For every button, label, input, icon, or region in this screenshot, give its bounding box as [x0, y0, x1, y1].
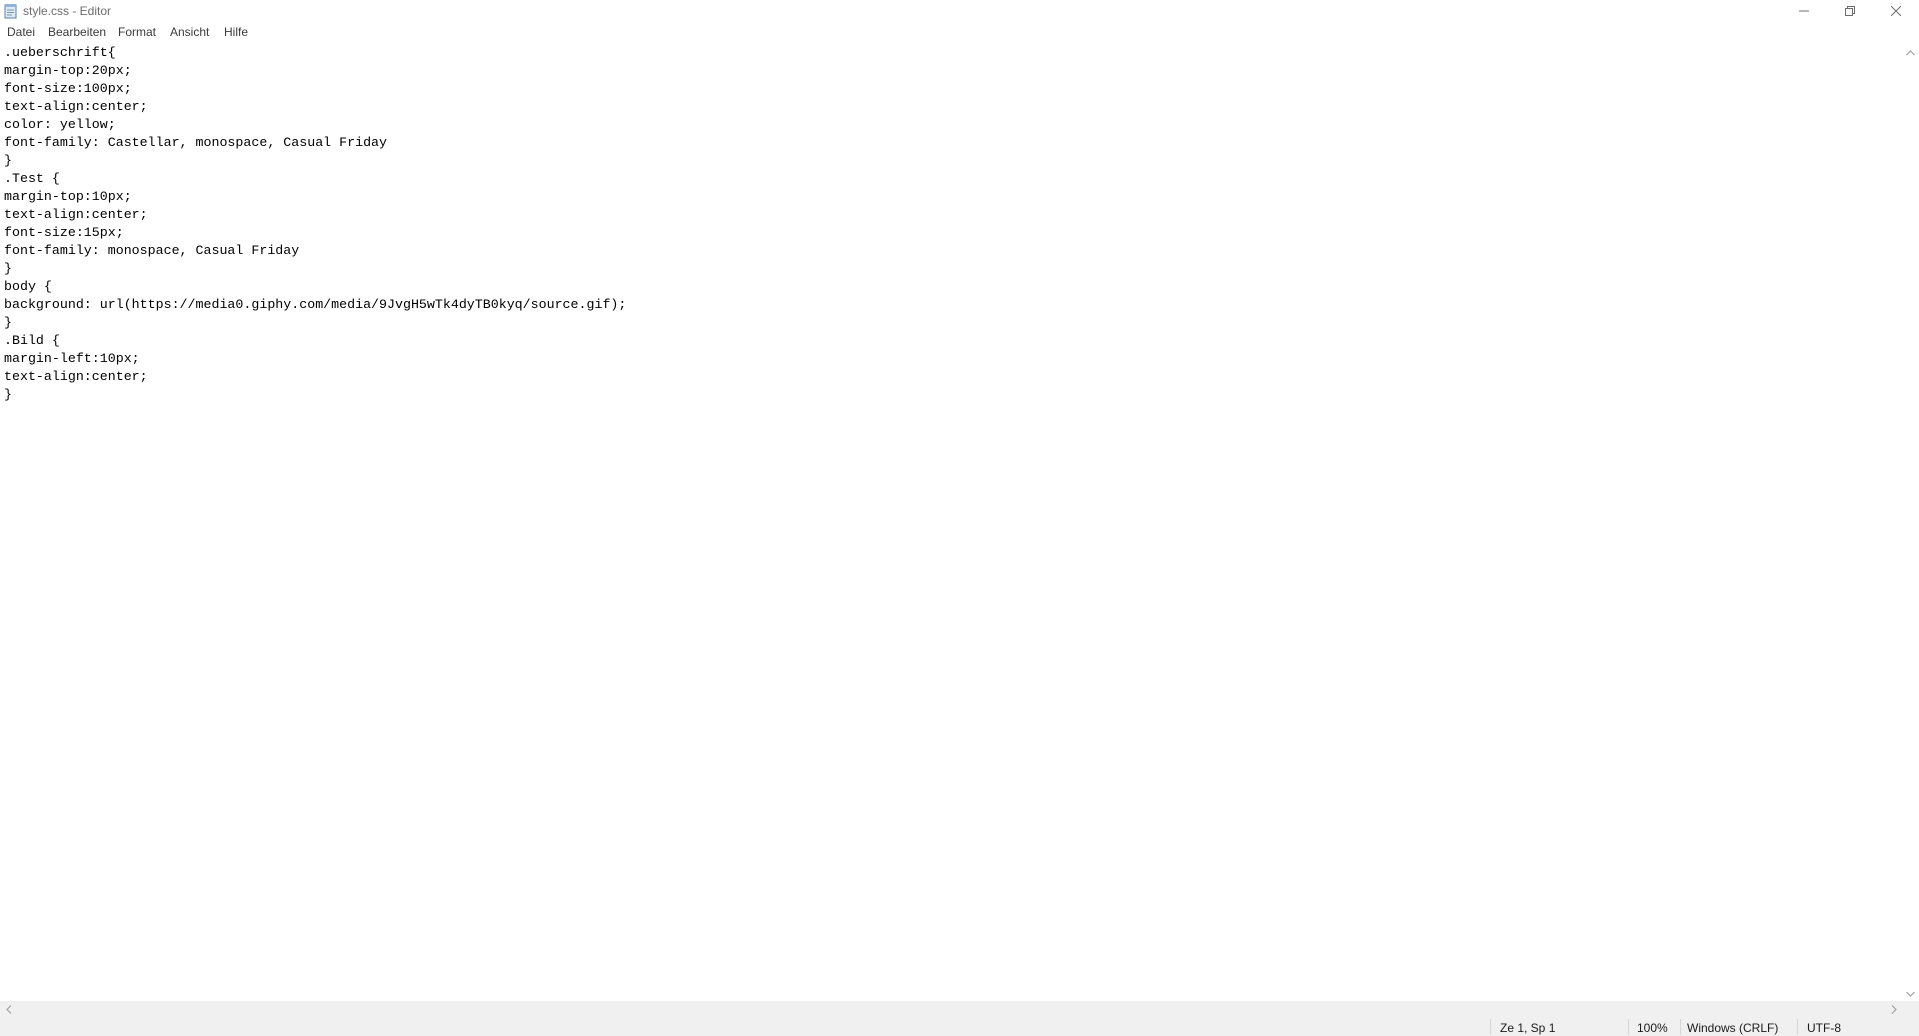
menu-ansicht[interactable]: Ansicht [169, 24, 210, 40]
horizontal-scrollbar[interactable] [0, 1001, 1902, 1018]
chevron-up-icon [1906, 43, 1915, 61]
vertical-scrollbar[interactable] [1902, 43, 1919, 1001]
zoom-level: 100% [1637, 1021, 1668, 1035]
minimize-button[interactable] [1781, 0, 1827, 22]
code-line: } [4, 153, 12, 168]
scrollbar-corner [1902, 1001, 1919, 1018]
scroll-up-button[interactable] [1902, 43, 1919, 60]
code-line: font-family: Castellar, monospace, Casua… [4, 135, 388, 150]
code-line: text-align:center; [4, 207, 148, 222]
window-title: style.css - Editor [23, 4, 112, 18]
code-line: text-align:center; [4, 369, 148, 384]
code-line: text-align:center; [4, 99, 148, 114]
status-bar: Ze 1, Sp 1 100% Windows (CRLF) UTF-8 [0, 1018, 1919, 1036]
chevron-down-icon [1906, 984, 1915, 1002]
status-divider [1490, 1019, 1491, 1035]
scroll-left-button[interactable] [0, 1001, 17, 1018]
menu-format[interactable]: Format [117, 24, 157, 40]
code-line: margin-top:10px; [4, 189, 132, 204]
status-divider [1797, 1019, 1798, 1035]
close-icon [1891, 6, 1901, 16]
chevron-right-icon [1891, 1001, 1897, 1019]
code-line: margin-left:10px; [4, 351, 140, 366]
code-line: font-family: monospace, Casual Friday [4, 243, 300, 258]
code-line: background: url(https://media0.giphy.com… [4, 297, 627, 312]
menu-datei[interactable]: Datei [6, 24, 36, 40]
code-line: } [4, 315, 12, 330]
code-line: } [4, 387, 12, 402]
code-line: .ueberschrift{ [4, 45, 116, 60]
minimize-icon [1799, 6, 1809, 16]
cursor-position: Ze 1, Sp 1 [1500, 1021, 1556, 1035]
code-line: font-size:100px; [4, 81, 132, 96]
close-button[interactable] [1873, 0, 1919, 22]
scroll-down-button[interactable] [1902, 984, 1919, 1001]
code-line: font-size:15px; [4, 225, 124, 240]
scroll-right-button[interactable] [1885, 1001, 1902, 1018]
menu-bar: Datei Bearbeiten Format Ansicht Hilfe [0, 22, 1919, 42]
code-line: .Test { [4, 171, 60, 186]
restore-button[interactable] [1827, 0, 1873, 22]
encoding: UTF-8 [1807, 1021, 1841, 1035]
restore-icon [1845, 6, 1855, 16]
editor-content: .ueberschrift{ margin-top:20px; font-siz… [4, 44, 626, 404]
menu-hilfe[interactable]: Hilfe [223, 24, 249, 40]
line-ending: Windows (CRLF) [1687, 1021, 1779, 1035]
text-editor-area[interactable]: .ueberschrift{ margin-top:20px; font-siz… [0, 43, 1902, 1001]
notepad-window: style.css - Editor Datei Bearbeiten Form… [0, 0, 1919, 1036]
code-line: margin-top:20px; [4, 63, 132, 78]
status-divider [1680, 1019, 1681, 1035]
code-line: body { [4, 279, 52, 294]
chevron-left-icon [5, 1001, 12, 1019]
code-line: } [4, 261, 12, 276]
notepad-icon [4, 3, 18, 19]
title-bar[interactable]: style.css - Editor [0, 0, 1919, 22]
code-line: color: yellow; [4, 117, 116, 132]
status-divider [1628, 1019, 1629, 1035]
menu-bearbeiten[interactable]: Bearbeiten [47, 24, 107, 40]
code-line: .Bild { [4, 333, 60, 348]
